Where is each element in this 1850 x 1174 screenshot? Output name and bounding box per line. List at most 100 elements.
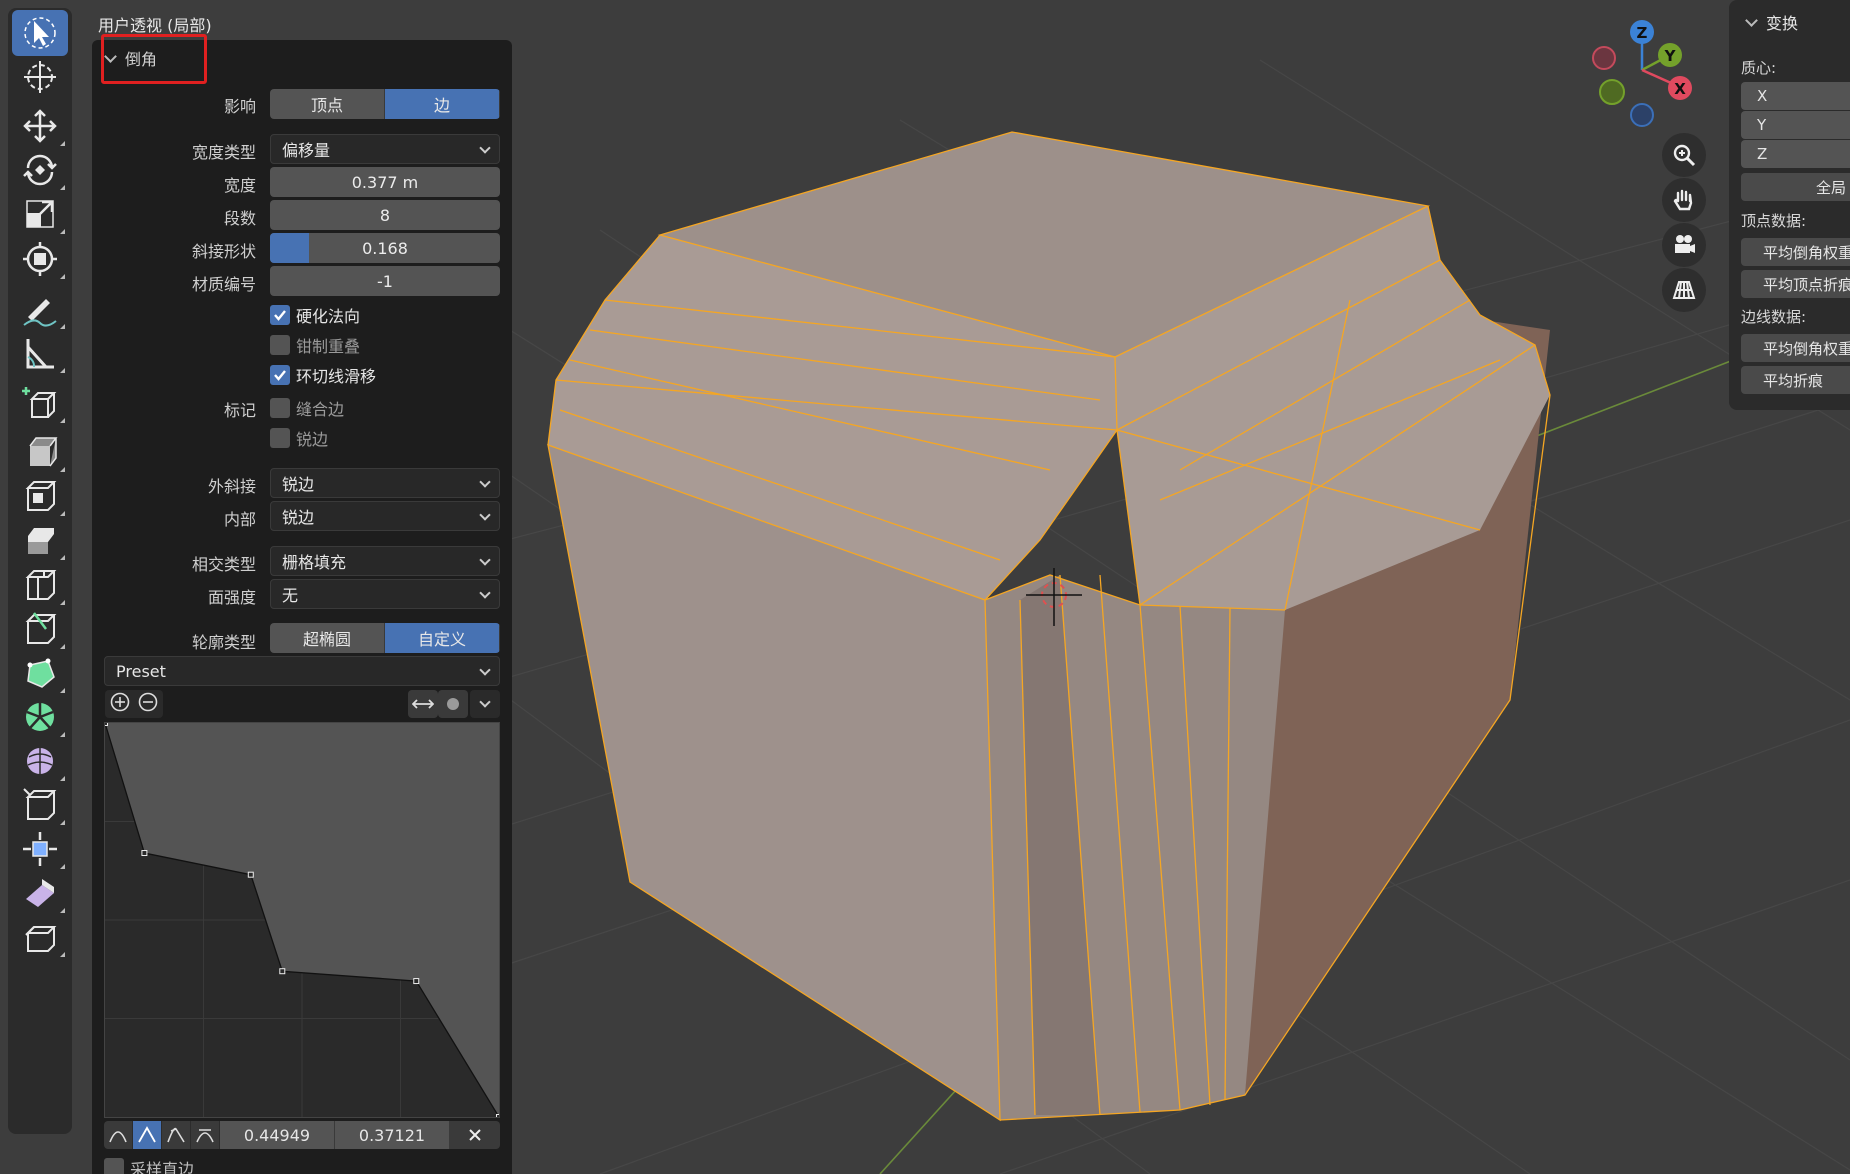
checkbox-unchecked-icon — [270, 335, 290, 355]
zoom-out-icon[interactable] — [137, 691, 159, 717]
transform-tool[interactable] — [12, 236, 68, 282]
affect-label: 影响 — [223, 97, 256, 116]
hand-pan-icon[interactable] — [1662, 178, 1706, 222]
inset-icon — [25, 481, 57, 511]
knife-icon — [25, 612, 57, 644]
segments-field[interactable]: 8 — [270, 200, 500, 230]
move-tool[interactable] — [12, 103, 68, 149]
point-y-field[interactable]: 0.37121 — [335, 1121, 450, 1149]
loop-cut-tool[interactable] — [12, 562, 68, 608]
mark-seam-checkbox[interactable]: 缝合边 — [270, 396, 344, 420]
preset-dropdown[interactable]: Preset — [104, 656, 500, 686]
global-button[interactable]: 全局 — [1741, 173, 1850, 201]
width-type-dropdown[interactable]: 偏移量 — [270, 134, 500, 164]
inset-tool[interactable] — [12, 473, 68, 519]
zoom-in-icon[interactable] — [109, 691, 131, 717]
measure-tool[interactable] — [12, 330, 68, 376]
material-value: -1 — [377, 271, 393, 291]
curve-control-point[interactable] — [413, 978, 420, 985]
mean-bevel-weight-vertex-field[interactable]: 平均倒角权重 — [1741, 238, 1850, 266]
harden-normals-checkbox[interactable]: 硬化法向 — [270, 303, 360, 327]
median-x-field[interactable]: X — [1741, 82, 1850, 110]
curve-control-point[interactable] — [496, 1114, 500, 1118]
curve-control-point[interactable] — [141, 850, 148, 857]
shrink-fatten-icon — [23, 832, 57, 866]
vertex-data-label: 顶点数据: — [1741, 212, 1807, 230]
rotate-tool[interactable] — [12, 147, 68, 193]
add-cube-tool[interactable] — [12, 380, 68, 426]
mean-crease-field[interactable]: 平均折痕 — [1741, 366, 1850, 394]
loop-slide-checkbox[interactable]: 环切线滑移 — [270, 363, 376, 387]
chevron-down-icon — [479, 476, 491, 488]
reverse-profile-icon[interactable] — [408, 690, 438, 718]
grid-perspective-icon[interactable] — [1662, 268, 1706, 312]
spin-tool[interactable] — [12, 694, 68, 740]
select-tool[interactable] — [12, 10, 68, 56]
miter-inner-dropdown[interactable]: 锐边 — [270, 501, 500, 531]
mark-sharp-checkbox[interactable]: 锐边 — [270, 426, 328, 450]
rip-icon — [25, 926, 57, 952]
median-z-field[interactable]: Z — [1741, 140, 1850, 168]
point-x-field[interactable]: 0.44949 — [220, 1121, 335, 1149]
shape-slider-fill — [270, 233, 309, 263]
mark-sharp-label: 锐边 — [296, 430, 329, 449]
clamp-overlap-checkbox[interactable]: 钳制重叠 — [270, 333, 360, 357]
miter-outer-dropdown[interactable]: 锐边 — [270, 468, 500, 498]
material-field[interactable]: -1 — [270, 266, 500, 296]
gizmo-z-label: Z — [1637, 24, 1648, 42]
profile-custom-button[interactable]: 自定义 — [385, 623, 500, 653]
miter-outer-value: 锐边 — [282, 475, 315, 494]
handle-vector-icon[interactable] — [133, 1121, 162, 1149]
chevron-down-icon — [479, 587, 491, 599]
shrink-fatten-tool[interactable] — [12, 826, 68, 872]
poly-build-tool[interactable] — [12, 650, 68, 696]
clip-toggle-icon[interactable] — [438, 690, 468, 718]
knife-tool[interactable] — [12, 606, 68, 652]
curve-control-point[interactable] — [104, 722, 108, 726]
mean-bevel-weight-edge-field[interactable]: 平均倒角权重 — [1741, 334, 1850, 362]
affect-vertices-button[interactable]: 顶点 — [270, 89, 385, 119]
segments-label: 段数 — [223, 209, 256, 228]
miter-outer-label: 外斜接 — [207, 477, 256, 496]
intersection-dropdown[interactable]: 栅格填充 — [270, 546, 500, 576]
annotate-tool[interactable] — [12, 286, 68, 332]
smooth-tool[interactable] — [12, 738, 68, 784]
extrude-icon — [29, 437, 58, 467]
profile-curve-editor[interactable] — [104, 722, 500, 1118]
shape-slider[interactable]: 0.168 — [270, 233, 500, 263]
rip-tool[interactable] — [12, 914, 68, 960]
curve-control-point[interactable] — [279, 968, 286, 975]
smooth-icon — [27, 748, 53, 774]
curve-control-point[interactable] — [247, 871, 254, 878]
transform-panel-header[interactable]: 变换 — [1745, 10, 1798, 34]
cursor-tool[interactable] — [12, 54, 68, 100]
camera-icon[interactable] — [1662, 223, 1706, 267]
bevel-panel-header[interactable]: 倒角 — [104, 46, 157, 70]
checkbox-checked-icon — [270, 305, 290, 325]
sample-straight-checkbox[interactable]: 采样直边 — [104, 1156, 194, 1174]
bevel-tool[interactable] — [12, 517, 68, 563]
curve-menu-button[interactable] — [470, 690, 500, 718]
miter-inner-label: 内部 — [223, 510, 256, 529]
affect-edges-button[interactable]: 边 — [385, 89, 500, 119]
edge-slide-tool[interactable] — [12, 782, 68, 828]
extrude-tool[interactable] — [12, 429, 68, 475]
shear-tool[interactable] — [12, 870, 68, 916]
intersection-value: 栅格填充 — [282, 553, 347, 572]
median-y-field[interactable]: Y — [1741, 111, 1850, 139]
transform-sidebar: 变换 质心: X Y Z 全局 顶点数据: 平均倒角权重 平均顶点折痕 边线数据… — [1729, 0, 1850, 410]
affect-toggle: 顶点 边 — [270, 89, 500, 119]
handle-aligned-icon[interactable] — [191, 1121, 220, 1149]
zoom-icon[interactable] — [1662, 133, 1706, 177]
profile-superellipse-button[interactable]: 超椭圆 — [270, 623, 385, 653]
mean-vertex-crease-field[interactable]: 平均顶点折痕 — [1741, 270, 1850, 298]
scale-tool[interactable] — [12, 191, 68, 237]
width-field[interactable]: 0.377 m — [270, 167, 500, 197]
chevron-down-icon — [479, 554, 491, 566]
delete-point-icon[interactable] — [450, 1121, 500, 1149]
handle-auto-icon[interactable] — [104, 1121, 133, 1149]
intersection-label: 相交类型 — [191, 555, 256, 574]
face-strength-dropdown[interactable]: 无 — [270, 579, 500, 609]
chevron-down-icon — [479, 142, 491, 154]
handle-free-icon[interactable] — [162, 1121, 191, 1149]
